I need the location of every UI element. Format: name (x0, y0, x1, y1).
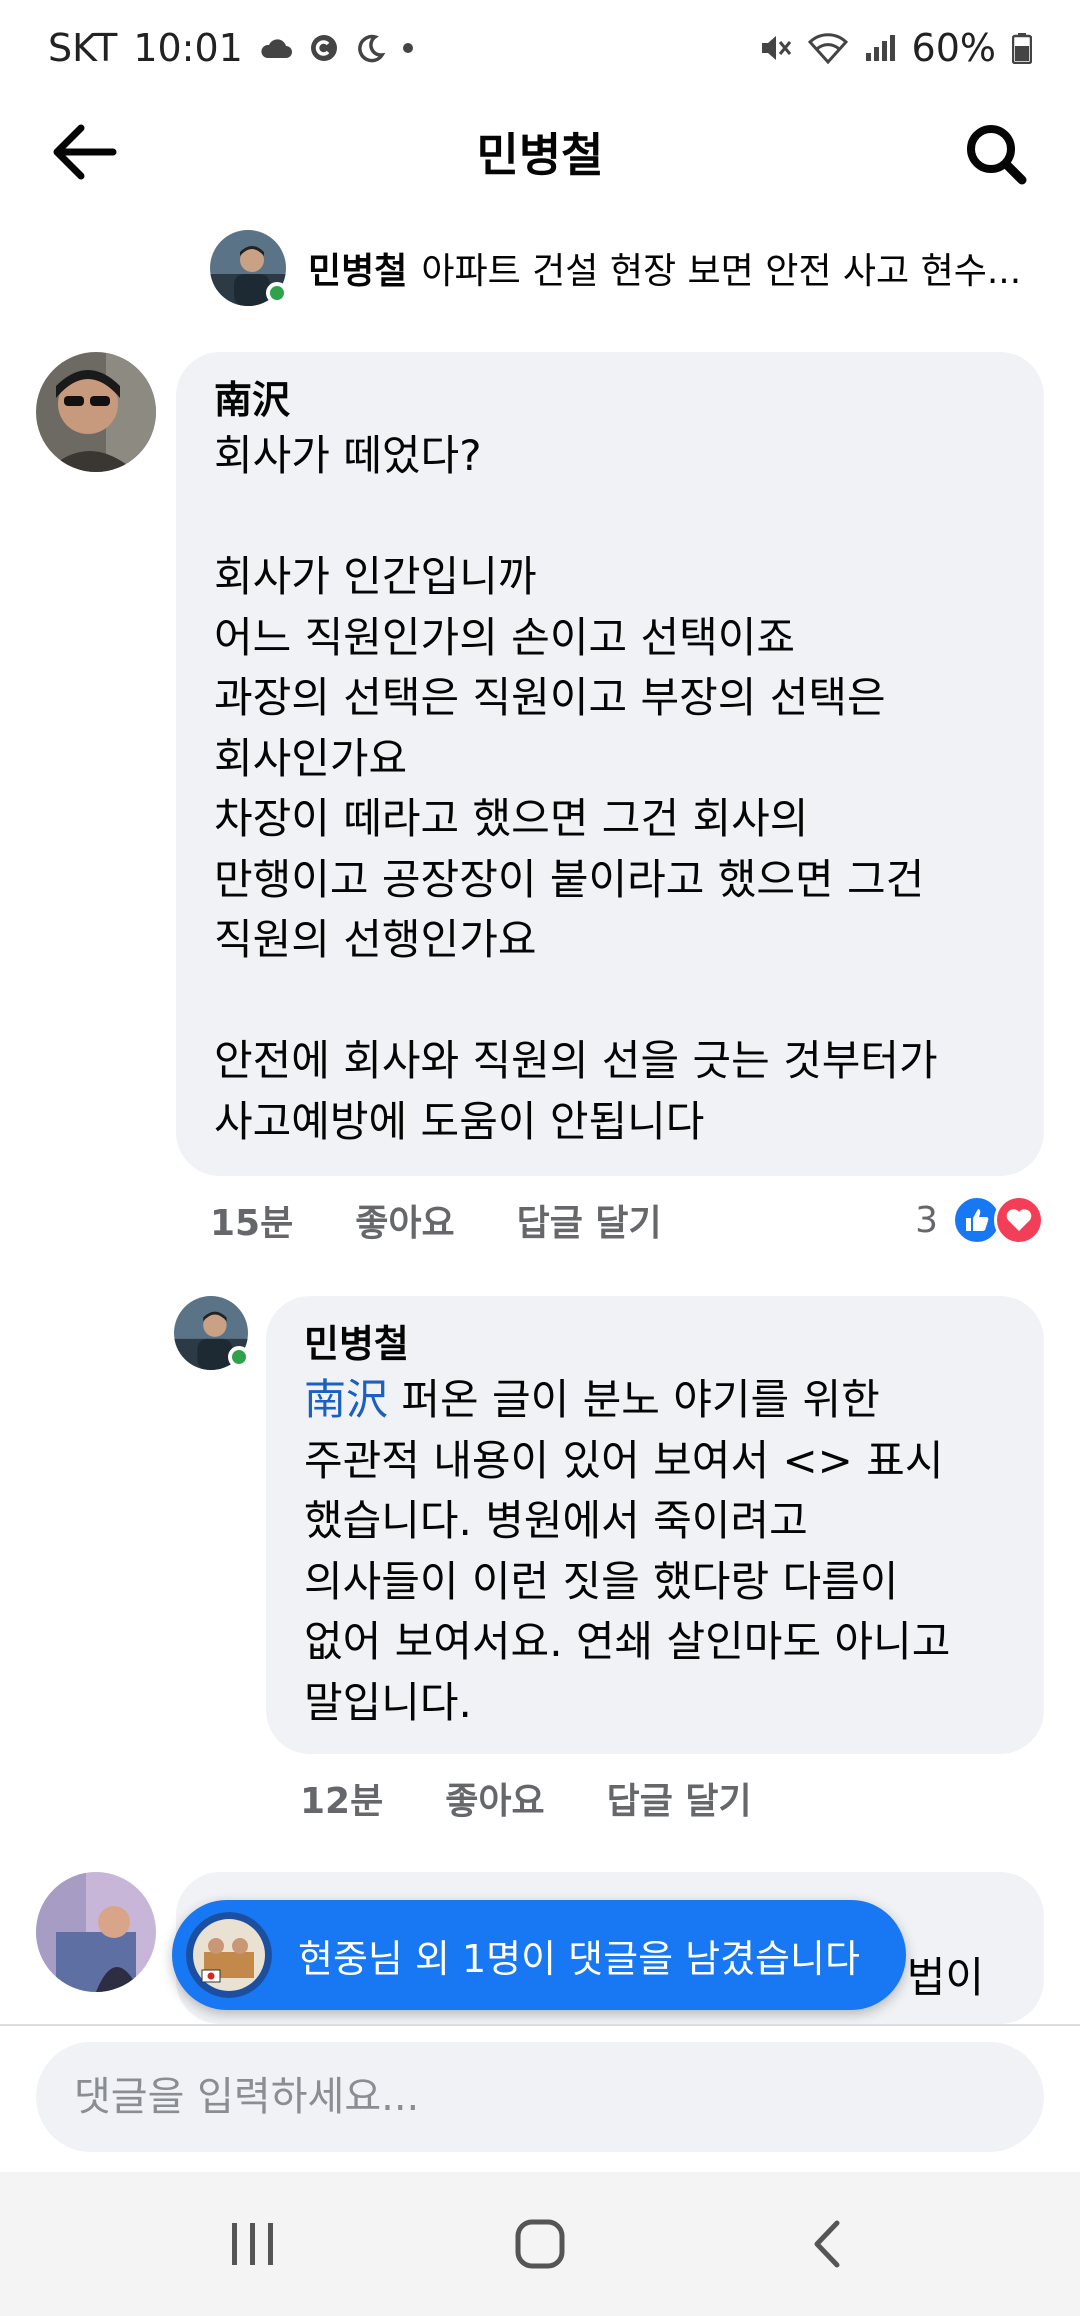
recent-apps-icon (232, 2223, 274, 2265)
partial-comment-text: 법이 (906, 1953, 984, 2002)
avatar[interactable] (174, 1296, 250, 1370)
home-icon (515, 2219, 565, 2269)
toast-avatar (186, 1912, 272, 1998)
comment-bubble[interactable]: 南沢 회사가 떼었다? 회사가 인간입니까 어느 직원인가의 손이고 선택이죠 … (176, 352, 1044, 1176)
mention-link[interactable]: 南沢 (304, 1375, 388, 1424)
new-comments-toast[interactable]: 현중님 외 1명이 댓글을 남겼습니다 (172, 1900, 906, 2010)
system-nav-bar (0, 2172, 1080, 2316)
back-button[interactable] (44, 120, 124, 184)
moon-icon (355, 33, 385, 63)
comment-text: 南沢 퍼온 글이 분노 야기를 위한 주관적 내용이 있어 보여서 <> 표시 … (304, 1370, 1006, 1733)
online-indicator (266, 282, 288, 304)
like-button[interactable]: 좋아요 (445, 1772, 544, 1824)
comment-time[interactable]: 12분 (300, 1772, 383, 1824)
search-button[interactable] (956, 114, 1036, 194)
online-indicator (228, 1346, 250, 1368)
like-button[interactable]: 좋아요 (355, 1194, 454, 1246)
comment-author[interactable]: 南沢 (214, 374, 1006, 426)
comment-text: 회사가 떼었다? 회사가 인간입니까 어느 직원인가의 손이고 선택이죠 과장의… (214, 431, 938, 1146)
back-chevron-icon (814, 2220, 840, 2268)
top-bar: 민병철 (0, 96, 1080, 208)
search-icon (967, 125, 1027, 185)
copyright-icon (309, 33, 339, 63)
wifi-icon (807, 32, 848, 64)
profile-photo (36, 1872, 156, 1992)
reaction-summary[interactable]: 3 (915, 1192, 1044, 1248)
page-title: 민병철 (476, 128, 604, 182)
battery-icon (1012, 32, 1032, 64)
clock: 10:01 (133, 26, 243, 70)
notification-dot-icon (401, 41, 415, 55)
preview-author: 민병철 (308, 251, 408, 292)
comment-actions: 12분 좋아요 답글 달기 (300, 1770, 814, 1826)
recent-apps-button[interactable] (193, 2194, 313, 2294)
comment-author[interactable]: 민병철 (304, 1318, 1006, 1370)
love-reaction-icon (994, 1195, 1044, 1245)
toast-text: 현중님 외 1명이 댓글을 남겼습니다 (298, 1936, 860, 1981)
avatar[interactable] (210, 230, 288, 306)
post-preview[interactable]: 민병철 아파트 건설 현장 보면 안전 사고 현수... (210, 226, 1050, 310)
comment-input[interactable] (36, 2042, 1044, 2152)
mute-icon (758, 32, 792, 64)
reaction-count: 3 (915, 1199, 938, 1241)
comment-actions: 15분 좋아요 답글 달기 (210, 1192, 724, 1248)
nav-back-button[interactable] (767, 2194, 887, 2294)
avatar[interactable] (36, 352, 156, 472)
preview-text: 아파트 건설 현장 보면 안전 사고 현수... (421, 251, 1022, 292)
status-left: SKT 10:01 (48, 26, 415, 70)
group-photo (186, 1912, 272, 1998)
signal-icon (864, 33, 896, 63)
status-bar: SKT 10:01 60% (0, 0, 1080, 96)
home-button[interactable] (480, 2194, 600, 2294)
reply-button[interactable]: 답글 달기 (607, 1772, 752, 1824)
battery-percent: 60% (911, 26, 996, 70)
cloud-icon (259, 36, 293, 60)
comment-time[interactable]: 15분 (210, 1194, 293, 1246)
status-right: 60% (758, 26, 1032, 70)
comment-bubble[interactable]: 민병철 南沢 퍼온 글이 분노 야기를 위한 주관적 내용이 있어 보여서 <>… (266, 1296, 1044, 1754)
profile-photo (36, 352, 156, 472)
comment-input-bar (0, 2024, 1080, 2170)
reply-button[interactable]: 답글 달기 (517, 1194, 662, 1246)
carrier-label: SKT (48, 26, 118, 70)
comment-body: 퍼온 글이 분노 야기를 위한 주관적 내용이 있어 보여서 <> 표시 했습니… (304, 1375, 951, 1727)
arrow-left-icon (53, 124, 117, 180)
avatar[interactable] (36, 1872, 156, 1992)
